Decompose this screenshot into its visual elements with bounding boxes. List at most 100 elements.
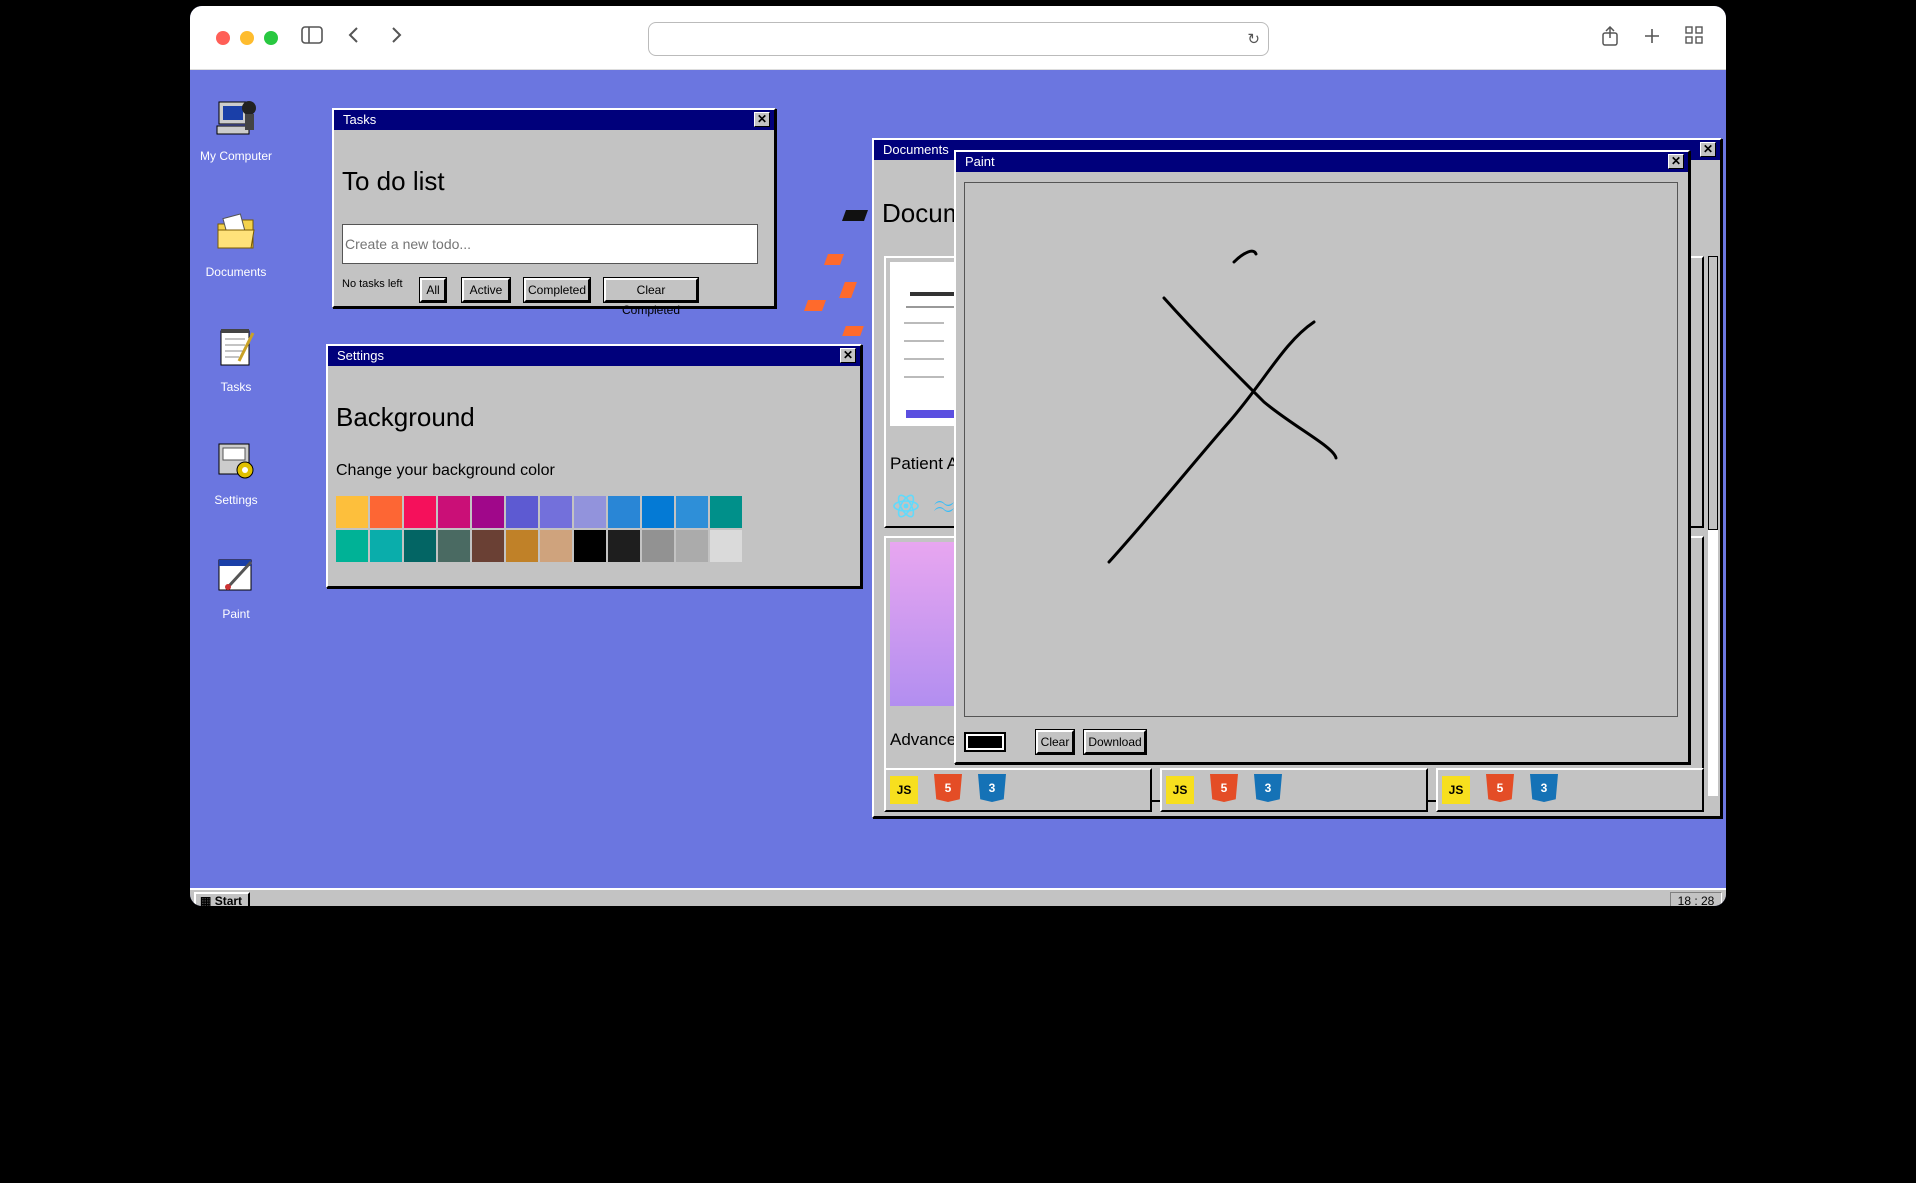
browser-window: ↻ My Computer Documents Tasks Settings P… [190,6,1726,906]
filter-completed-button[interactable]: Completed [523,277,591,303]
color-swatch[interactable] [370,530,402,562]
back-icon[interactable] [342,26,366,50]
current-color [968,736,1002,748]
window-title-bar[interactable]: Settings ✕ [328,346,860,366]
close-button[interactable]: ✕ [754,112,770,127]
notepad-icon [220,329,255,366]
color-swatch[interactable] [574,530,606,562]
tech-row: JS 5 3 [1160,768,1428,812]
color-swatch[interactable] [540,496,572,528]
settings-heading: Background [336,402,475,432]
close-button[interactable]: ✕ [840,348,856,363]
color-swatch[interactable] [438,496,470,528]
sidebar-toggle-icon[interactable] [300,26,324,50]
window-title: Documents [883,142,949,157]
decorative-shape [841,210,869,221]
settings-subheading: Change your background color [336,462,555,479]
share-icon[interactable] [1598,25,1622,50]
color-swatch[interactable] [642,496,674,528]
desktop-icon-tasks[interactable]: Tasks [196,327,276,394]
filter-active-button[interactable]: Active [461,277,511,303]
decorative-shape [823,254,845,265]
color-swatch[interactable] [506,496,538,528]
taskbar: ▦ Start 18 : 28 [190,888,1726,906]
color-swatch[interactable] [710,530,742,562]
css3-icon: 3 [1530,774,1558,802]
new-tab-icon[interactable] [1640,26,1664,50]
address-bar[interactable]: ↻ [648,22,1269,56]
color-swatch[interactable] [540,530,572,562]
reload-icon[interactable]: ↻ [1247,30,1260,48]
window-title-bar[interactable]: Tasks ✕ [334,110,774,130]
color-swatch[interactable] [642,530,674,562]
window-title: Settings [337,348,384,363]
color-picker[interactable] [964,732,1006,752]
settings-window: Settings ✕ Background Change your backgr… [326,344,862,588]
desktop: My Computer Documents Tasks Settings Pai… [190,70,1726,888]
tasks-window: Tasks ✕ To do list No tasks left All Act… [332,108,776,317]
color-swatch[interactable] [676,496,708,528]
javascript-icon: JS [890,776,918,804]
browser-toolbar: ↻ [190,6,1726,70]
desktop-icon-label: My Computer [199,149,273,163]
color-swatch[interactable] [336,530,368,562]
css3-icon: 3 [978,774,1006,802]
desktop-icon-label: Documents [205,265,267,279]
color-swatch[interactable] [710,496,742,528]
color-swatch[interactable] [472,496,504,528]
color-swatch[interactable] [370,496,402,528]
clear-completed-button[interactable]: Clear Completed [603,277,699,317]
taskbar-clock: 18 : 28 [1670,892,1722,906]
close-window-button[interactable] [216,31,230,45]
forward-icon[interactable] [384,26,408,50]
maximize-window-button[interactable] [264,31,278,45]
window-title: Tasks [343,112,377,127]
decorative-shape [803,300,827,311]
javascript-icon: JS [1442,776,1470,804]
desktop-icon-label: Tasks [220,380,252,394]
start-button[interactable]: ▦ Start [194,892,250,906]
decorative-shape [842,326,864,336]
scrollbar-thumb[interactable] [1708,256,1718,530]
todo-input[interactable] [342,224,758,264]
css3-icon: 3 [1254,774,1282,802]
color-swatch[interactable] [404,496,436,528]
tab-overview-icon[interactable] [1682,26,1706,50]
color-swatch[interactable] [438,530,470,562]
desktop-icon-label: Paint [222,607,250,621]
clear-button[interactable]: Clear [1035,729,1075,755]
window-title: Paint [965,154,995,169]
desktop-icon-label: Settings [214,493,258,507]
project-title: Advance [890,730,957,749]
documents-heading: Docum [882,198,965,228]
scrollbar[interactable] [1708,256,1718,796]
close-button[interactable]: ✕ [1700,142,1716,157]
download-button[interactable]: Download [1083,729,1147,755]
desktop-icon-my-computer[interactable]: My Computer [196,96,276,163]
html5-icon: 5 [1486,774,1514,802]
color-swatch[interactable] [404,530,436,562]
html5-icon: 5 [934,774,962,802]
desktop-icon-settings[interactable]: Settings [196,440,276,507]
decorative-shape [839,282,857,298]
filter-all-button[interactable]: All [419,277,447,303]
desktop-icon-paint[interactable]: Paint [196,554,276,621]
color-swatch[interactable] [336,496,368,528]
color-swatch[interactable] [676,530,708,562]
color-swatch[interactable] [608,496,640,528]
color-swatch[interactable] [574,496,606,528]
react-icon [893,494,919,518]
paint-window: Paint ✕ Clear Download [954,150,1690,764]
window-title-bar[interactable]: Paint ✕ [956,152,1688,172]
color-swatch[interactable] [608,530,640,562]
color-swatch[interactable] [506,530,538,562]
paint-canvas[interactable] [964,182,1678,717]
desktop-icon-documents[interactable]: Documents [196,212,276,279]
tech-row: JS 5 3 [1436,768,1704,812]
tasks-count: No tasks left [342,278,403,290]
close-button[interactable]: ✕ [1668,154,1684,169]
color-swatch[interactable] [472,530,504,562]
minimize-window-button[interactable] [240,31,254,45]
tech-row: JS 5 3 [884,768,1152,812]
paint-icon [218,559,253,591]
